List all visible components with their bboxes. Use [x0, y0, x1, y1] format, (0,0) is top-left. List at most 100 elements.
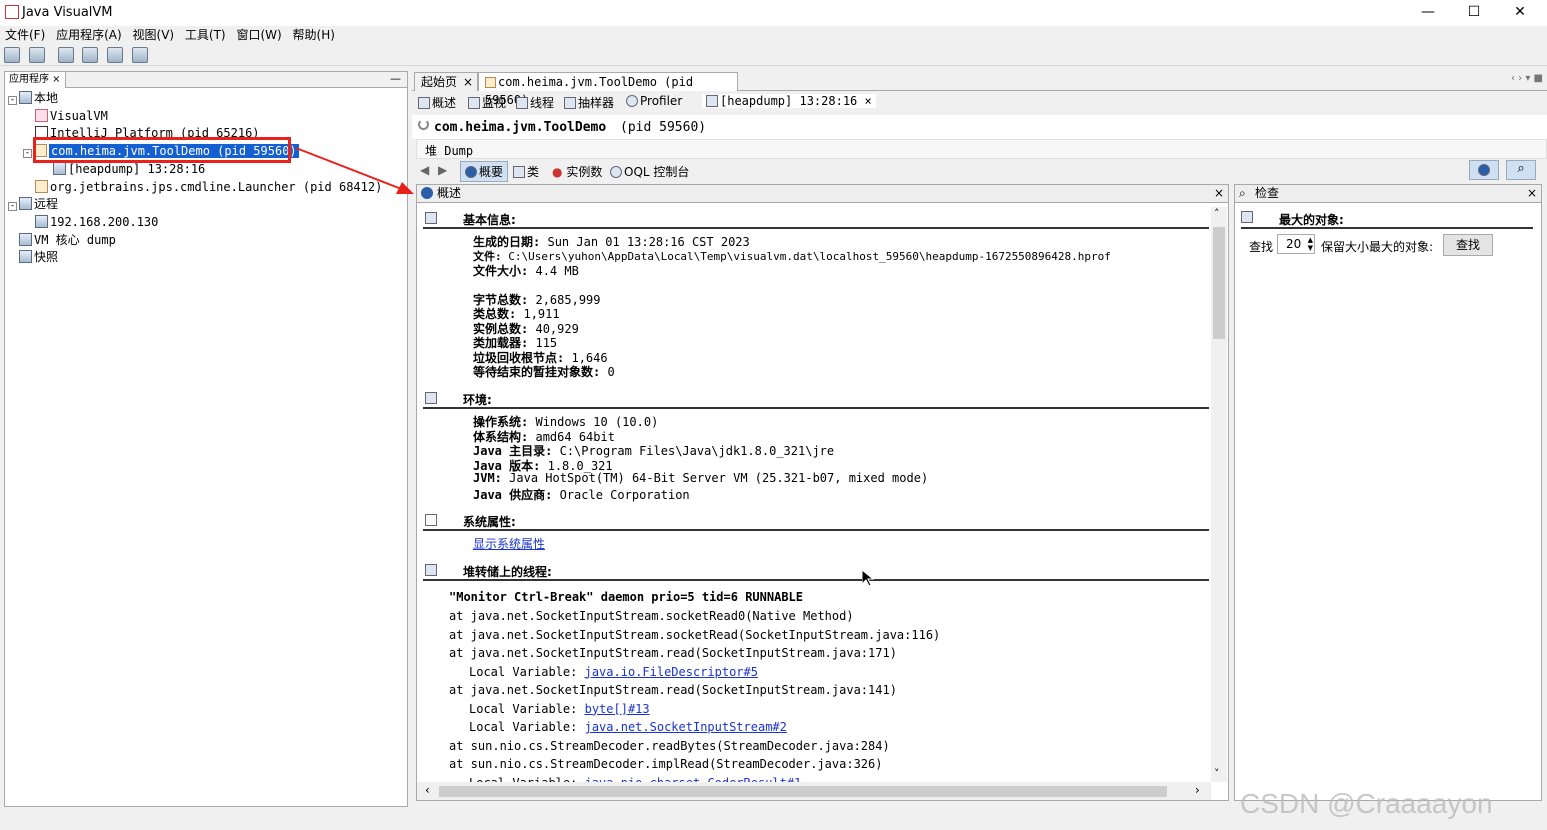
- menu-tools[interactable]: 工具(T): [185, 26, 226, 44]
- add-snapshot-icon[interactable]: [132, 47, 149, 63]
- tree-node-local[interactable]: - 本地: [8, 90, 58, 106]
- add-jmx-icon[interactable]: [57, 47, 74, 63]
- env-java-vendor: Java 供应商: Oracle Corporation: [473, 488, 690, 502]
- tree-node-heapdump[interactable]: [heapdump] 13:28:16: [53, 161, 205, 177]
- vertical-scroll-thumb[interactable]: [1213, 227, 1225, 339]
- subtab-heapdump[interactable]: [heapdump] 13:28:16 ×: [702, 94, 876, 108]
- dump-label: 堆 Dump: [425, 144, 474, 158]
- overview-panel: 概述 × 基本信息: 生成的日期: Sun Jan 01 13:28:16 CS…: [416, 184, 1229, 801]
- collapse-icon[interactable]: -: [8, 96, 17, 105]
- inspect-close-icon[interactable]: ×: [1527, 185, 1537, 202]
- title-bar: Java VisualVM — ☐ ✕: [0, 0, 1547, 26]
- subtab-sampler[interactable]: 抽样器: [564, 94, 614, 111]
- find-button[interactable]: 查找: [1443, 234, 1493, 256]
- overview-close-icon[interactable]: ×: [1214, 185, 1224, 202]
- mouse-cursor-icon: [862, 570, 874, 587]
- thread-variable-link[interactable]: java.io.FileDescriptor#5: [585, 665, 758, 679]
- profiler-icon: [626, 95, 638, 107]
- tree-node-remote-host[interactable]: 192.168.200.130: [35, 214, 158, 230]
- thread-variable-link[interactable]: byte[]#13: [585, 702, 650, 716]
- scroll-up-icon[interactable]: ˄: [1214, 207, 1220, 220]
- info-icon: [421, 187, 433, 199]
- subtab-overview[interactable]: 概述: [418, 94, 456, 111]
- toggle-info-button[interactable]: [1469, 160, 1499, 180]
- count-value[interactable]: 20: [1286, 237, 1301, 251]
- collapse-icon[interactable]: -: [8, 202, 17, 211]
- minimize-button[interactable]: —: [1405, 0, 1451, 26]
- vertical-scrollbar[interactable]: ˄ ˅: [1211, 207, 1227, 782]
- maximize-button[interactable]: ☐: [1451, 0, 1497, 26]
- divider: [423, 529, 1209, 531]
- scroll-down-icon[interactable]: ˅: [1214, 767, 1220, 780]
- environment-heading: 环境:: [463, 393, 492, 407]
- info-icon: [465, 166, 477, 178]
- tree-node-remote[interactable]: - 远程: [8, 196, 58, 212]
- tree-node-visualvm[interactable]: VisualVM: [35, 108, 108, 124]
- core-dump-icon: [19, 233, 32, 246]
- nav-classes[interactable]: 类: [513, 163, 539, 180]
- basic-file-size: 文件大小: 4.4 MB: [473, 264, 579, 278]
- count-spinner[interactable]: 20 ▲ ▼: [1277, 234, 1315, 254]
- thread-stack-line: at java.net.SocketInputStream.socketRead…: [449, 609, 854, 623]
- menu-file[interactable]: 文件(F): [5, 26, 45, 44]
- tab-start-page[interactable]: 起始页 ×: [414, 72, 478, 91]
- subtab-profiler[interactable]: Profiler: [626, 94, 682, 108]
- basic-info-icon: [425, 212, 437, 224]
- collapse-icon[interactable]: -: [23, 149, 32, 158]
- thread-variable-link[interactable]: java.net.SocketInputStream#2: [585, 720, 787, 734]
- applications-panel-header: 应用程序 × —: [5, 72, 407, 88]
- subtab-close-icon[interactable]: ×: [865, 94, 872, 108]
- thread-stack-line: at java.net.SocketInputStream.socketRead…: [449, 627, 941, 642]
- menu-window[interactable]: 窗口(W): [236, 26, 281, 44]
- close-button[interactable]: ✕: [1497, 0, 1543, 26]
- annotation-highlight-box: [33, 137, 291, 163]
- forward-icon[interactable]: ▶: [438, 163, 447, 177]
- heapdump-icon: [706, 95, 718, 107]
- add-remote-host-icon[interactable]: [82, 47, 99, 63]
- snapshot-icon: [19, 250, 32, 263]
- content-pid: (pid 59560): [620, 120, 707, 135]
- menu-applications[interactable]: 应用程序(A): [56, 26, 122, 44]
- show-system-properties-link[interactable]: 显示系统属性: [473, 535, 545, 552]
- back-icon[interactable]: ◀: [420, 163, 429, 177]
- scroll-right-icon[interactable]: ›: [1195, 783, 1200, 797]
- tab-close-icon[interactable]: ×: [463, 73, 473, 91]
- subtab-threads[interactable]: 线程: [516, 94, 554, 111]
- remote-icon: [19, 197, 32, 210]
- nav-oql-console[interactable]: OQL 控制台: [610, 163, 689, 180]
- tab-nav-controls[interactable]: ‹ › ▾ ■: [1511, 73, 1543, 84]
- content-header: com.heima.jvm.ToolDemo (pid 59560): [412, 115, 1547, 139]
- heap-nav-bar: ◀ ▶ 概要 类 ● 实例数 OQL 控制台 ⌕: [416, 160, 1547, 182]
- watermark: CSDN @Craaaayon: [1240, 788, 1493, 819]
- tree-node-snapshots[interactable]: 快照: [19, 249, 58, 265]
- horizontal-scrollbar[interactable]: ‹ ›: [417, 782, 1211, 800]
- thread-stack-line: at sun.nio.cs.StreamDecoder.readBytes(St…: [449, 738, 890, 753]
- inspect-header: ⌕ 检查 ×: [1235, 185, 1541, 203]
- load-dump-icon[interactable]: [28, 47, 45, 63]
- thread-stack-line: at java.net.SocketInputStream.read(Socke…: [449, 646, 897, 660]
- info-icon: [1478, 164, 1490, 176]
- applications-tab[interactable]: 应用程序 ×: [5, 72, 66, 88]
- view-tabs: 概述 监视 线程 抽样器 Profiler [heapdump] 13:28:1…: [412, 92, 1547, 112]
- toggle-inspect-button[interactable]: ⌕: [1506, 160, 1536, 180]
- scroll-left-icon[interactable]: ‹: [425, 783, 430, 797]
- content-title: com.heima.jvm.ToolDemo: [434, 120, 607, 135]
- menu-view[interactable]: 视图(V): [133, 26, 175, 44]
- horizontal-scroll-thumb[interactable]: [439, 786, 1167, 797]
- nav-instances[interactable]: ● 实例数: [552, 163, 602, 180]
- visualvm-icon: [35, 109, 48, 122]
- add-core-dump-icon[interactable]: [107, 47, 124, 63]
- java-cup-icon: [485, 77, 496, 88]
- tree-node-core-dump[interactable]: VM 核心 dump: [19, 232, 116, 248]
- load-snapshot-icon[interactable]: [4, 47, 20, 63]
- menu-help[interactable]: 帮助(H): [293, 26, 335, 44]
- spinner-arrows-icon[interactable]: ▲ ▼: [1308, 236, 1313, 252]
- divider: [423, 407, 1209, 409]
- subtab-monitor[interactable]: 监视: [468, 94, 506, 111]
- nav-summary[interactable]: 概要: [460, 161, 509, 182]
- document-tabs: 起始页× com.heima.jvm.ToolDemo (pid 59560)×…: [412, 71, 1547, 107]
- system-properties-heading: 系统属性:: [463, 515, 516, 529]
- tab-tooldemo[interactable]: com.heima.jvm.ToolDemo (pid 59560)×: [478, 72, 738, 107]
- panel-minimize-button[interactable]: —: [390, 72, 401, 85]
- overview-header: 概述 ×: [417, 185, 1228, 203]
